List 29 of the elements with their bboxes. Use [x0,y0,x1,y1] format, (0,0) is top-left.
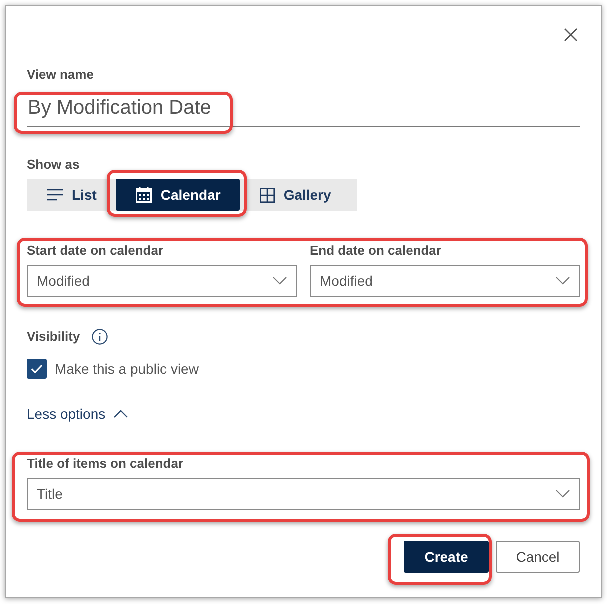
close-icon [564,28,578,42]
view-name-field[interactable]: By Modification Date [27,92,580,127]
date-dropdown[interactable]: Modified [310,265,580,297]
chevron-down-icon [556,490,570,498]
view-type-tab[interactable]: List [27,179,116,211]
checkbox[interactable] [27,359,47,379]
close-button[interactable] [564,28,578,42]
checkbox-label: Make this a public view [55,360,199,378]
title-dropdown[interactable]: Title [27,478,580,510]
create-button[interactable]: Create [404,541,489,573]
field-label: Show as [27,156,81,174]
view-type-tab[interactable]: Gallery [240,179,350,211]
field-label: Start date on calendar [27,242,165,260]
field-label: End date on calendar [310,242,442,260]
cancel-button[interactable]: Cancel [496,541,580,573]
options-toggle-link[interactable]: Less options [27,405,128,423]
field-label: View name [27,66,95,84]
chevron-up-icon [114,410,128,418]
field-label: Visibility [27,328,80,346]
calendar-icon [136,187,152,203]
date-dropdown[interactable]: Modified [27,265,297,297]
chevron-down-icon [556,277,570,285]
list-icon [47,189,63,201]
view-type-tab[interactable]: Calendar [116,179,240,211]
info-icon [92,329,108,345]
chevron-down-icon [273,277,287,285]
grid-icon [260,188,275,202]
field-label: Title of items on calendar [27,455,185,473]
checkmark-icon [31,364,43,374]
